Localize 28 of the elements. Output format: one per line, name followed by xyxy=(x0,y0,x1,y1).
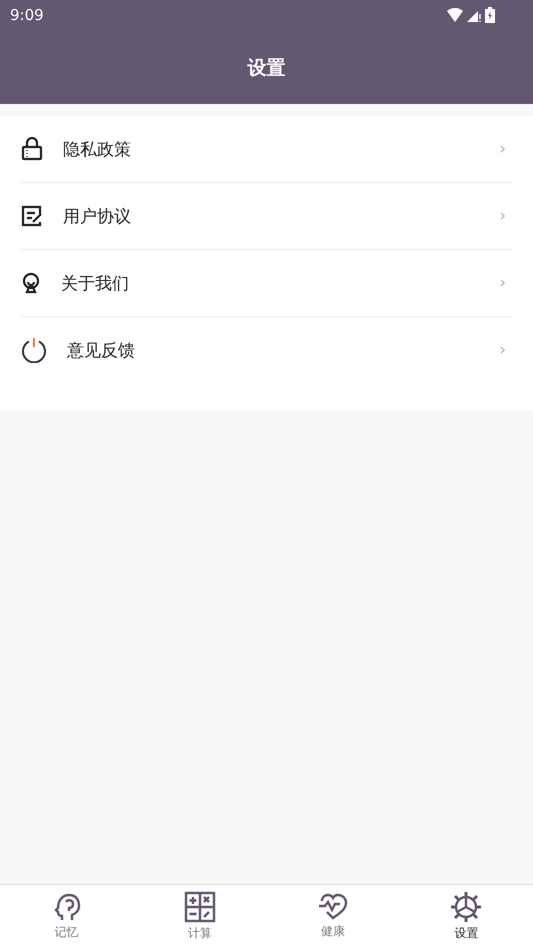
chevron-icon: › xyxy=(499,206,506,226)
page-title: 设置 xyxy=(248,56,286,81)
wifi-icon xyxy=(447,8,463,22)
battery-icon xyxy=(485,7,495,23)
menu-item[interactable]: 意见反馈 › xyxy=(21,317,512,383)
chevron-icon: › xyxy=(499,273,506,293)
tab-label: 设置 xyxy=(454,925,478,942)
menu-item[interactable]: 用户协议 › xyxy=(21,183,512,250)
lock-icon xyxy=(21,137,43,161)
head-icon xyxy=(52,892,82,922)
calculator-icon xyxy=(184,891,216,923)
chevron-icon: › xyxy=(499,340,506,360)
nav-tab[interactable]: 设置 xyxy=(400,885,533,948)
nav-tab[interactable]: 记忆 xyxy=(0,885,134,948)
status-time: 9:09 xyxy=(10,6,44,24)
heartbeat-icon xyxy=(317,893,350,921)
person-icon xyxy=(21,272,41,294)
nav-tab[interactable]: 计算 xyxy=(133,885,266,948)
power-icon xyxy=(21,337,47,363)
menu-item[interactable]: 隐私政策 › xyxy=(21,116,512,183)
nav-tab[interactable]: 健康 xyxy=(266,885,400,948)
menu-item[interactable]: 关于我们 › xyxy=(21,250,512,317)
gear-icon xyxy=(450,891,482,923)
tab-label: 计算 xyxy=(188,925,212,942)
edit-document-icon xyxy=(21,205,43,227)
tab-label: 记忆 xyxy=(54,924,79,941)
chevron-icon: › xyxy=(499,139,506,159)
tab-label: 健康 xyxy=(321,923,346,940)
